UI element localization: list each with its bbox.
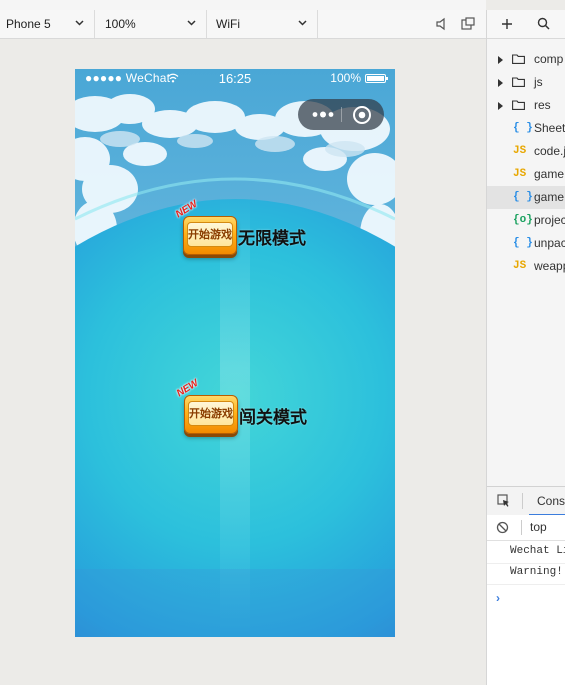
folder-icon bbox=[512, 54, 525, 64]
file-tree-item[interactable]: comp bbox=[487, 48, 565, 71]
file-tree-item[interactable]: res bbox=[487, 94, 565, 117]
clear-console-icon[interactable] bbox=[496, 521, 509, 534]
close-miniprogram-icon[interactable] bbox=[350, 103, 374, 127]
network-select[interactable]: WiFi bbox=[207, 10, 318, 38]
endless-mode-label: 无限模式 bbox=[238, 229, 306, 248]
file-tree-item[interactable]: js bbox=[487, 71, 565, 94]
file-tree-item[interactable]: { } unpac bbox=[487, 232, 565, 255]
network-select-label: WiFi bbox=[216, 17, 240, 31]
console-tab-bar: Conso bbox=[487, 486, 565, 516]
file-tree-item-label: comp bbox=[534, 52, 564, 66]
simulator-toolbar: Phone 5 100% WiFi bbox=[0, 10, 486, 39]
zoom-select[interactable]: 100% bbox=[95, 10, 207, 38]
editor-sidebar: comp js res{ } Sheet JS code.j JS game{ } game {o… bbox=[486, 10, 565, 685]
js-file-icon: JS bbox=[513, 145, 527, 157]
file-tree-item-label: res bbox=[534, 98, 551, 112]
detach-window-icon[interactable] bbox=[461, 17, 475, 31]
inspect-element-icon[interactable] bbox=[497, 494, 511, 508]
file-tree-toolbar bbox=[487, 10, 565, 39]
file-tree-item[interactable]: JS code.j bbox=[487, 140, 565, 163]
file-tree-item-label: game bbox=[534, 190, 565, 204]
json-file-icon: { } bbox=[513, 122, 533, 134]
tab-console[interactable]: Conso bbox=[537, 494, 565, 508]
more-menu-icon[interactable] bbox=[308, 99, 338, 130]
log-divider bbox=[487, 563, 565, 564]
start-game-badge: 开始游戏 bbox=[184, 395, 238, 434]
add-file-icon[interactable] bbox=[501, 18, 513, 30]
js-file-icon: JS bbox=[513, 260, 527, 272]
device-select-label: Phone 5 bbox=[6, 17, 51, 31]
chevron-down-icon bbox=[298, 20, 307, 26]
level-mode-button[interactable]: 开始游戏 NEW 闯关模式 bbox=[175, 378, 307, 437]
capsule-divider bbox=[341, 107, 342, 122]
console-log-line: Wechat Li bbox=[510, 545, 565, 557]
file-tree-item[interactable]: JS game bbox=[487, 163, 565, 186]
file-tree-item[interactable]: { } Sheet bbox=[487, 117, 565, 140]
file-tree-item-label: weapp bbox=[534, 259, 565, 273]
chevron-down-icon bbox=[187, 20, 196, 26]
search-icon[interactable] bbox=[537, 17, 550, 30]
context-select[interactable]: top bbox=[530, 520, 547, 534]
device-select[interactable]: Phone 5 bbox=[0, 10, 95, 38]
endless-mode-button[interactable]: 开始游戏 NEW 无限模式 bbox=[174, 199, 306, 258]
folder-icon bbox=[512, 100, 525, 110]
file-tree-item-label: code.j bbox=[534, 144, 565, 158]
js-file-icon: JS bbox=[513, 168, 527, 180]
level-mode-label: 闯关模式 bbox=[239, 408, 307, 427]
file-tree-item-label: Sheet bbox=[534, 121, 565, 135]
volume-icon[interactable] bbox=[435, 17, 449, 31]
console-prompt[interactable]: › bbox=[496, 591, 500, 605]
file-tree-item-label: unpac bbox=[534, 236, 565, 250]
tab-divider bbox=[522, 493, 523, 509]
expand-arrow-icon[interactable] bbox=[498, 79, 503, 87]
file-tree-item[interactable]: {o} projec bbox=[487, 209, 565, 232]
miniprogram-capsule bbox=[298, 99, 384, 130]
expand-arrow-icon[interactable] bbox=[498, 56, 503, 64]
phone-screen: ●●●●● WeChat 16:25 100% 开始游戏 NEW 无限模式 开始… bbox=[75, 69, 395, 637]
console-output: Wechat Li Warning! › bbox=[487, 541, 565, 685]
expand-arrow-icon[interactable] bbox=[498, 102, 503, 110]
folder-icon bbox=[512, 77, 525, 87]
console-filter-bar: top bbox=[487, 515, 565, 541]
console-log-line: Warning! bbox=[510, 566, 563, 578]
json-file-icon: { } bbox=[513, 237, 533, 249]
start-game-text: 开始游戏 bbox=[189, 408, 233, 420]
status-bar: ●●●●● WeChat 16:25 100% bbox=[75, 69, 395, 87]
start-game-text: 开始游戏 bbox=[188, 229, 232, 241]
filter-divider bbox=[521, 520, 522, 535]
file-tree-item-label: js bbox=[534, 75, 543, 89]
start-game-badge: 开始游戏 bbox=[183, 216, 237, 255]
file-tree-item[interactable]: JS weapp bbox=[487, 255, 565, 278]
log-divider bbox=[487, 584, 565, 585]
file-tree-item[interactable]: { } game bbox=[487, 186, 565, 209]
status-battery-text: 100% bbox=[330, 71, 361, 85]
file-tree-item-label: projec bbox=[534, 213, 565, 227]
file-tree-item-label: game bbox=[534, 167, 565, 181]
battery-icon bbox=[365, 74, 388, 83]
ocean-background bbox=[75, 69, 395, 637]
zoom-select-label: 100% bbox=[105, 17, 136, 31]
json-file-icon: { } bbox=[513, 191, 533, 203]
config-file-icon: {o} bbox=[513, 214, 533, 226]
chevron-down-icon bbox=[75, 20, 84, 26]
